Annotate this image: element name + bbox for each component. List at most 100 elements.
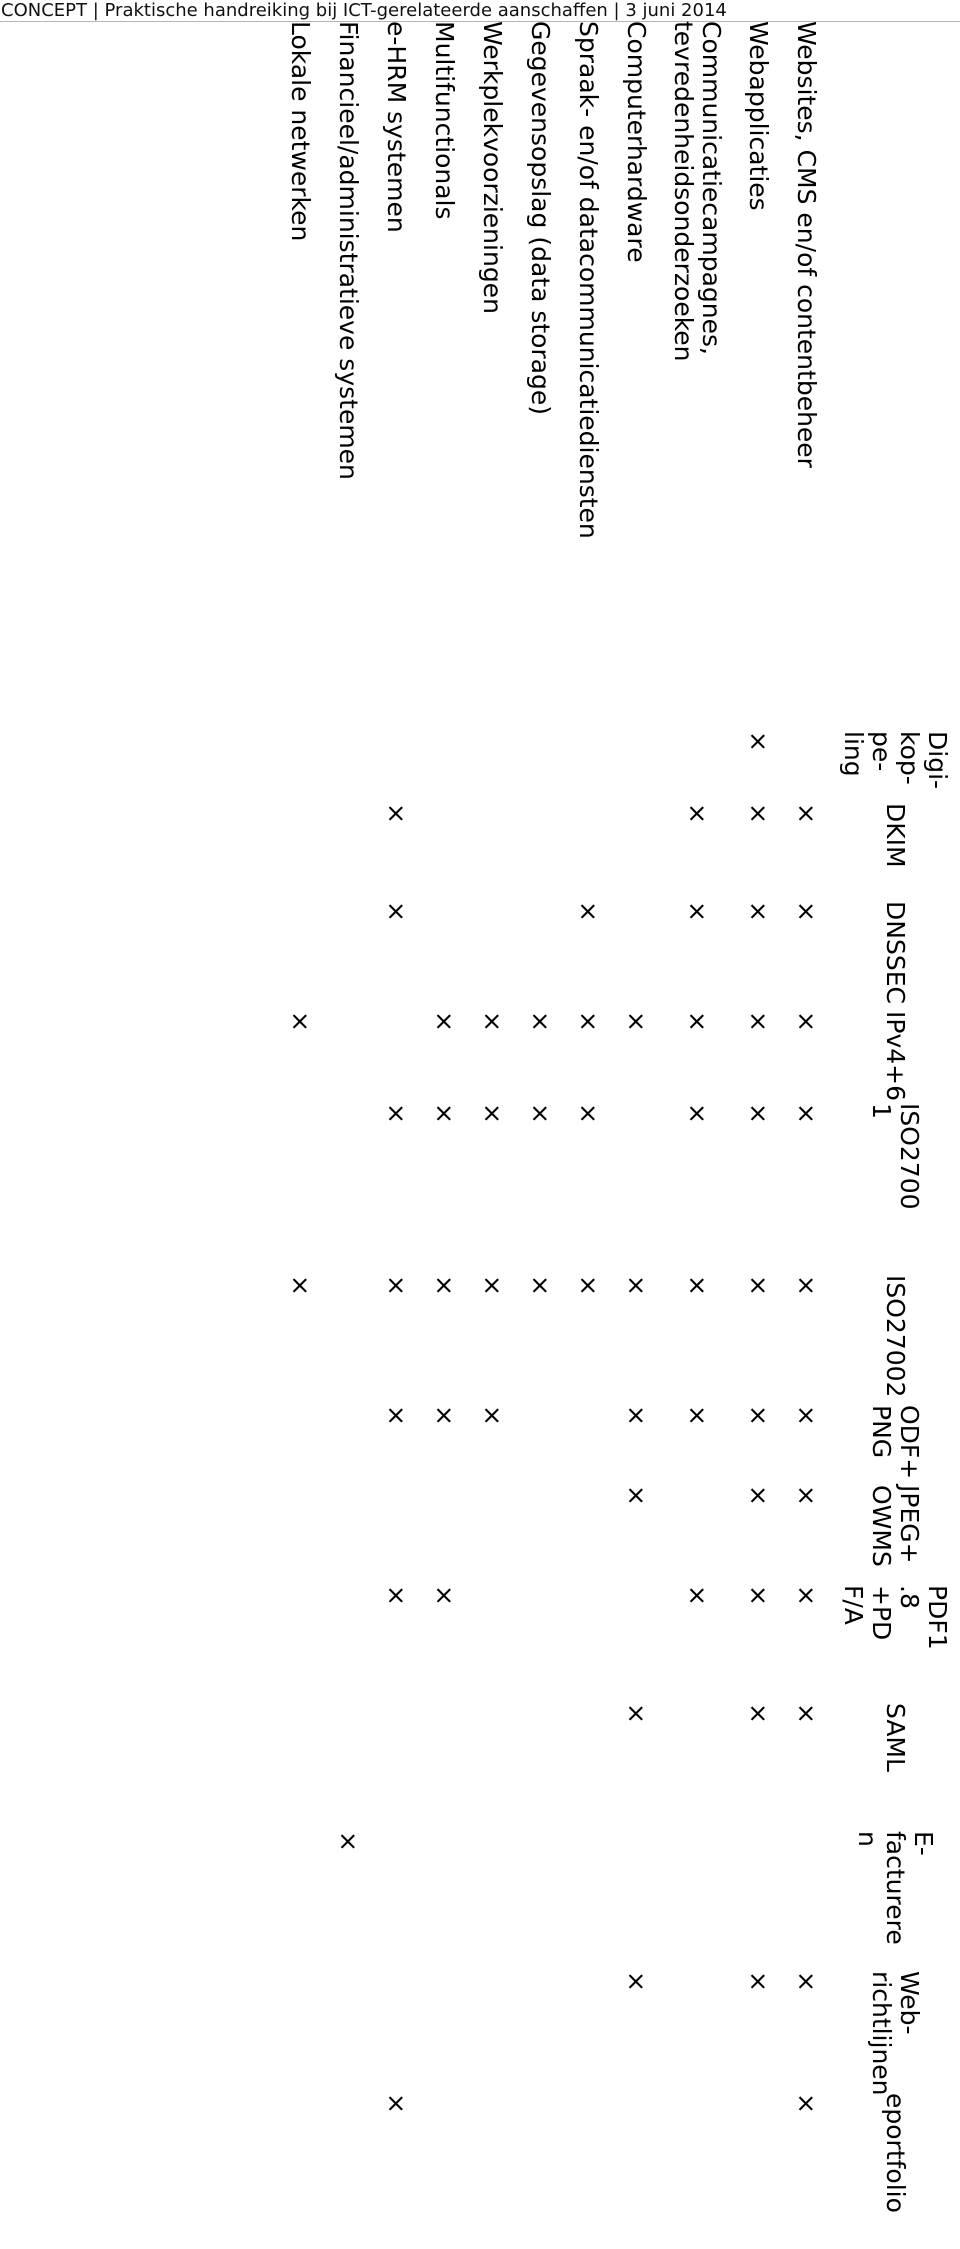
cell-computerhardware-digikoppeling: [612, 728, 660, 800]
cell-e-hrm-systemen-ipv4-6: [372, 1008, 420, 1100]
document-page: CONCEPT | Praktische handreiking bij ICT…: [0, 0, 960, 2249]
cell-webapplicaties-eportfolio: [734, 2090, 782, 2240]
row-label-werkplekvoorzieningen: Werkplekvoorzieningen: [478, 21, 507, 314]
row-label-webapplicaties: Webapplicaties: [744, 21, 773, 211]
cell-spraak-datacommunicatie-iso27002: ×: [574, 1275, 603, 1296]
cell-werkplekvoorzieningen-odf-png: ×: [478, 1405, 507, 1426]
cell-financieel-administratief-pdf-pdfa: [324, 1582, 372, 1700]
cell-spraak-datacommunicatie-saml: [564, 1700, 612, 1828]
cell-lokale-netwerken-ipv4-6: ×: [286, 1011, 315, 1032]
cell-spraak-datacommunicatie-webrichtlijnen: [564, 1968, 612, 2090]
cell-communicatiecampagnes-digikoppeling: [660, 728, 734, 800]
cell-e-hrm-systemen-digikoppeling: [372, 728, 420, 800]
cell-e-hrm-systemen-iso27002: ×: [382, 1275, 411, 1296]
cell-werkplekvoorzieningen-digikoppeling: [468, 728, 516, 800]
cell-financieel-administratief-odf-png: [324, 1402, 372, 1482]
cell-webapplicaties-dkim: ×: [744, 803, 773, 824]
cell-computerhardware-saml: ×: [622, 1703, 651, 1724]
table-row: Spraak- en/of datacommunicatiediensten × ×…: [564, 18, 612, 2240]
cell-gegevensopslag-digikoppeling: [516, 728, 564, 800]
cell-webapplicaties-ipv4-6: ×: [744, 1011, 773, 1032]
cell-lokale-netwerken-digikoppeling: [276, 728, 324, 800]
cell-webapplicaties-dnssec: ×: [744, 901, 773, 922]
cell-werkplekvoorzieningen-saml: [468, 1700, 516, 1828]
cell-computerhardware-dnssec: [612, 898, 660, 1008]
column-header-jpeg-owms: JPEG+ OWMS: [867, 1485, 924, 1567]
cell-multifunctionals-dnssec: [420, 898, 468, 1008]
cell-gegevensopslag-saml: [516, 1700, 564, 1828]
column-header-iso27001: ISO2700 1: [867, 1103, 924, 1210]
cell-webapplicaties-iso27002: ×: [744, 1275, 773, 1296]
column-header-e-factureren: E- facturere n: [853, 1831, 938, 1945]
cell-spraak-datacommunicatie-iso27001: ×: [574, 1103, 603, 1124]
cell-gegevensopslag-dnssec: [516, 898, 564, 1008]
cell-multifunctionals-jpeg-owms: [420, 1482, 468, 1582]
cell-communicatiecampagnes-eportfolio: [660, 2090, 734, 2240]
cell-gegevensopslag-iso27001: ×: [526, 1103, 555, 1124]
cell-webapplicaties-jpeg-owms: ×: [744, 1485, 773, 1506]
row-label-communicatiecampagnes: Communicatiecampagnes, tevredenheidsonde…: [669, 21, 726, 362]
cell-websites-cms-e-factureren: [782, 1828, 830, 1968]
cell-communicatiecampagnes-iso27001: ×: [683, 1103, 712, 1124]
cell-lokale-netwerken-iso27001: [276, 1100, 324, 1272]
cell-werkplekvoorzieningen-dkim: [468, 800, 516, 898]
cell-websites-cms-odf-png: ×: [792, 1405, 821, 1426]
cell-spraak-datacommunicatie-e-factureren: [564, 1828, 612, 1968]
row-label-computerhardware: Computerhardware: [622, 21, 651, 263]
column-header-pdf-pdfa: PDF1 .8 +PD F/A: [839, 1585, 952, 1650]
cell-computerhardware-odf-png: ×: [622, 1405, 651, 1426]
cell-websites-cms-saml: ×: [792, 1703, 821, 1724]
cell-e-hrm-systemen-dnssec: ×: [382, 901, 411, 922]
cell-websites-cms-dkim: ×: [792, 803, 821, 824]
cell-communicatiecampagnes-odf-png: ×: [683, 1405, 712, 1426]
column-header-category: [830, 18, 960, 728]
cell-computerhardware-webrichtlijnen: ×: [622, 1971, 651, 1992]
cell-financieel-administratief-iso27002: [324, 1272, 372, 1402]
cell-financieel-administratief-webrichtlijnen: [324, 1968, 372, 2090]
table-row: Financieel/administratieve systemen ×: [324, 18, 372, 2240]
cell-gegevensopslag-jpeg-owms: [516, 1482, 564, 1582]
column-header-ipv4-6: IPv4+6: [881, 1011, 910, 1102]
cell-lokale-netwerken-odf-png: [276, 1402, 324, 1482]
cell-spraak-datacommunicatie-jpeg-owms: [564, 1482, 612, 1582]
cell-werkplekvoorzieningen-eportfolio: [468, 2090, 516, 2240]
cell-e-hrm-systemen-pdf-pdfa: ×: [382, 1585, 411, 1606]
cell-multifunctionals-dkim: [420, 800, 468, 898]
cell-werkplekvoorzieningen-e-factureren: [468, 1828, 516, 1968]
cell-financieel-administratief-saml: [324, 1700, 372, 1828]
cell-financieel-administratief-dkim: [324, 800, 372, 898]
cell-gegevensopslag-dkim: [516, 800, 564, 898]
cell-computerhardware-jpeg-owms: ×: [622, 1485, 651, 1506]
table-row: Gegevensopslag (data storage) × × ×: [516, 18, 564, 2240]
column-header-webrichtlijnen: Web- richtlijnen: [867, 1971, 924, 2096]
cell-computerhardware-iso27001: [612, 1100, 660, 1272]
cell-multifunctionals-pdf-pdfa: ×: [430, 1585, 459, 1606]
cell-websites-cms-webrichtlijnen: ×: [792, 1971, 821, 1992]
cell-communicatiecampagnes-webrichtlijnen: [660, 1968, 734, 2090]
cell-lokale-netwerken-e-factureren: [276, 1828, 324, 1968]
cell-multifunctionals-webrichtlijnen: [420, 1968, 468, 2090]
cell-websites-cms-dnssec: ×: [792, 901, 821, 922]
cell-computerhardware-e-factureren: [612, 1828, 660, 1968]
cell-websites-cms-iso27002: ×: [792, 1275, 821, 1296]
cell-lokale-netwerken-pdf-pdfa: [276, 1582, 324, 1700]
cell-computerhardware-dkim: [612, 800, 660, 898]
cell-computerhardware-pdf-pdfa: [612, 1582, 660, 1700]
cell-lokale-netwerken-iso27002: ×: [286, 1275, 315, 1296]
cell-spraak-datacommunicatie-pdf-pdfa: [564, 1582, 612, 1700]
cell-werkplekvoorzieningen-dnssec: [468, 898, 516, 1008]
cell-websites-cms-jpeg-owms: ×: [792, 1485, 821, 1506]
cell-communicatiecampagnes-e-factureren: [660, 1828, 734, 1968]
column-header-dkim: DKIM: [881, 803, 910, 868]
cell-lokale-netwerken-eportfolio: [276, 2090, 324, 2240]
cell-spraak-datacommunicatie-dnssec: ×: [574, 901, 603, 922]
cell-communicatiecampagnes-pdf-pdfa: ×: [683, 1585, 712, 1606]
cell-gegevensopslag-webrichtlijnen: [516, 1968, 564, 2090]
column-header-iso27002: ISO27002: [881, 1275, 910, 1398]
rotated-table-container: Digi- kop- pe- ling DKIM DNSSEC IPv4+6 ISO27…: [276, 18, 960, 2240]
table-row: Communicatiecampagnes, tevredenheidsonde…: [660, 18, 734, 2240]
cell-spraak-datacommunicatie-eportfolio: [564, 2090, 612, 2240]
cell-webapplicaties-webrichtlijnen: ×: [744, 1971, 773, 1992]
cell-multifunctionals-e-factureren: [420, 1828, 468, 1968]
row-label-lokale-netwerken: Lokale netwerken: [286, 21, 315, 242]
